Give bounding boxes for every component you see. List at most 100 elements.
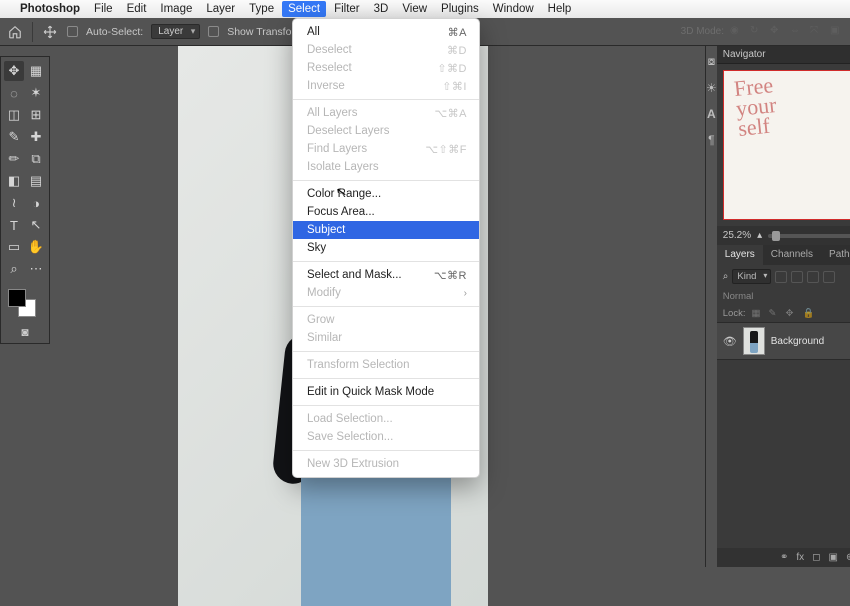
quick-mask-icon[interactable]: ◙ bbox=[21, 325, 28, 339]
auto-select-dropdown[interactable]: Layer bbox=[151, 24, 200, 39]
crop-tool[interactable]: ◫ bbox=[4, 105, 24, 125]
layer-thumbnail[interactable] bbox=[743, 327, 765, 355]
filter-adjust-icon[interactable] bbox=[791, 271, 803, 283]
menu-filter[interactable]: Filter bbox=[334, 3, 360, 15]
lasso-tool[interactable]: ◌ bbox=[4, 83, 24, 103]
filter-type-icon[interactable] bbox=[807, 271, 819, 283]
hand-tool[interactable]: ✋ bbox=[26, 237, 46, 257]
menu-item-all[interactable]: All⌘A bbox=[293, 23, 479, 41]
blur-tool[interactable]: ≀ bbox=[4, 193, 24, 213]
menu-item-subject[interactable]: Subject bbox=[293, 221, 479, 239]
type-tool[interactable]: T bbox=[4, 215, 24, 235]
foreground-color-swatch[interactable] bbox=[8, 289, 26, 307]
show-transform-checkbox[interactable] bbox=[208, 26, 219, 37]
menu-item-deselect: Deselect⌘D bbox=[293, 41, 479, 59]
zoom-value[interactable]: 25.2% bbox=[723, 230, 751, 241]
zoom-slider[interactable] bbox=[768, 234, 850, 238]
menu-item-isolate-layers: Isolate Layers bbox=[293, 158, 479, 176]
menu-edit[interactable]: Edit bbox=[127, 3, 147, 15]
layer-lock-row: Lock: ▦ ✎ ✥ 🔒 bbox=[717, 305, 850, 322]
search-icon[interactable]: ⌕ bbox=[723, 271, 729, 282]
layer-mask-icon[interactable]: ◻ bbox=[812, 552, 820, 563]
tab-layers[interactable]: Layers bbox=[717, 245, 763, 265]
menu-item-label: Subject bbox=[307, 224, 467, 236]
quick-select-tool[interactable]: ✶ bbox=[26, 83, 46, 103]
zoom-tool[interactable]: ⌕ bbox=[4, 259, 24, 279]
menu-item-select-and-mask[interactable]: Select and Mask...⌥⌘R bbox=[293, 266, 479, 284]
menu-item-focus-area[interactable]: Focus Area... bbox=[293, 203, 479, 221]
home-icon[interactable] bbox=[6, 23, 24, 41]
menu-file[interactable]: File bbox=[94, 3, 113, 15]
lock-transparency-icon[interactable]: ▦ bbox=[751, 308, 762, 319]
3d-roll-icon[interactable]: ↻ bbox=[750, 25, 764, 39]
brush-tool[interactable]: ✏ bbox=[4, 149, 24, 169]
frame-tool[interactable]: ⊞ bbox=[26, 105, 46, 125]
right-panel-column: ⧇ ☀ A ¶ Navigator ≡ Freeyourself 25.2% ▴… bbox=[705, 46, 850, 567]
menu-window[interactable]: Window bbox=[493, 3, 534, 15]
clone-tool[interactable]: ⧉ bbox=[26, 149, 46, 169]
new-layer-icon[interactable]: ⊕ bbox=[846, 552, 850, 563]
lock-position-icon[interactable]: ✥ bbox=[785, 308, 796, 319]
artboard-tool[interactable]: ▦ bbox=[26, 61, 46, 81]
menu-layer[interactable]: Layer bbox=[206, 3, 235, 15]
layers-panel-footer: ⚭ fx ◻ ▣ ⊕ 🗑 bbox=[717, 548, 850, 567]
link-layers-icon[interactable]: ⚭ bbox=[780, 552, 788, 563]
visibility-toggle-icon[interactable]: 👁 bbox=[723, 335, 737, 348]
eraser-tool[interactable]: ◧ bbox=[4, 171, 24, 191]
new-group-icon[interactable]: ▣ bbox=[829, 552, 838, 563]
menu-help[interactable]: Help bbox=[548, 3, 572, 15]
menu-item-label: All bbox=[307, 26, 448, 38]
menu-item-modify: Modify› bbox=[293, 284, 479, 302]
navigator-panel-header[interactable]: Navigator ≡ bbox=[717, 46, 850, 64]
filter-kind-dropdown[interactable]: Kind bbox=[732, 269, 771, 284]
lock-all-icon[interactable]: 🔒 bbox=[802, 308, 813, 319]
tab-paths[interactable]: Paths bbox=[821, 245, 850, 265]
zoom-out-icon[interactable]: ▴ bbox=[757, 230, 762, 241]
layer-style-icon[interactable]: fx bbox=[796, 552, 804, 563]
path-tool[interactable]: ↖ bbox=[26, 215, 46, 235]
3d-scale-icon[interactable]: ⤧ bbox=[810, 25, 824, 39]
menu-3d[interactable]: 3D bbox=[374, 3, 389, 15]
blend-mode-dropdown[interactable]: Normal bbox=[723, 291, 754, 302]
tab-channels[interactable]: Channels bbox=[763, 245, 821, 265]
paragraph-icon[interactable]: ¶ bbox=[708, 133, 714, 147]
menu-type[interactable]: Type bbox=[249, 3, 274, 15]
filter-pixel-icon[interactable] bbox=[775, 271, 787, 283]
menu-image[interactable]: Image bbox=[160, 3, 192, 15]
gradient-tool[interactable]: ▤ bbox=[26, 171, 46, 191]
rect-tool[interactable]: ▭ bbox=[4, 237, 24, 257]
histogram-icon[interactable]: ⧇ bbox=[708, 54, 716, 69]
menu-view[interactable]: View bbox=[402, 3, 427, 15]
menu-plugins[interactable]: Plugins bbox=[441, 3, 479, 15]
move-tool[interactable]: ✥ bbox=[4, 61, 24, 81]
layer-name[interactable]: Background bbox=[771, 336, 824, 347]
3d-orbit-icon[interactable]: ◉ bbox=[730, 25, 744, 39]
move-tool-icon[interactable] bbox=[41, 23, 59, 41]
menu-item-shortcut: ⇧⌘D bbox=[437, 62, 467, 75]
layer-row-background[interactable]: 👁 Background 🔒 bbox=[717, 322, 850, 360]
3d-pan-icon[interactable]: ✥ bbox=[770, 25, 784, 39]
healing-tool[interactable]: ✚ bbox=[26, 127, 46, 147]
eyedropper-tool[interactable]: ✎ bbox=[4, 127, 24, 147]
menu-item-label: Deselect bbox=[307, 44, 447, 56]
app-name[interactable]: Photoshop bbox=[20, 3, 80, 15]
auto-select-checkbox[interactable] bbox=[67, 26, 78, 37]
3d-camera-icon[interactable]: ▣ bbox=[830, 25, 844, 39]
adjustments-icon[interactable]: ☀ bbox=[706, 81, 717, 95]
dodge-tool[interactable]: ◑ bbox=[26, 193, 46, 213]
more-tool[interactable]: ⋯ bbox=[26, 259, 46, 279]
filter-shape-icon[interactable] bbox=[823, 271, 835, 283]
menu-item-sky[interactable]: Sky bbox=[293, 239, 479, 257]
menu-item-label: Focus Area... bbox=[307, 206, 467, 218]
menu-item-label: Deselect Layers bbox=[307, 125, 467, 137]
type-panel-icon[interactable]: A bbox=[707, 107, 716, 121]
layer-list: 👁 Background 🔒 bbox=[717, 322, 850, 548]
color-swatches[interactable] bbox=[4, 285, 46, 321]
menu-select[interactable]: Select bbox=[282, 1, 326, 17]
menu-item-edit-in-quick-mask-mode[interactable]: Edit in Quick Mask Mode bbox=[293, 383, 479, 401]
menu-item-label: Isolate Layers bbox=[307, 161, 467, 173]
menu-item-color-range[interactable]: Color Range... bbox=[293, 185, 479, 203]
lock-pixels-icon[interactable]: ✎ bbox=[768, 308, 779, 319]
3d-slide-icon[interactable]: ⇔ bbox=[790, 25, 804, 39]
navigator-thumbnail[interactable]: Freeyourself bbox=[717, 64, 850, 226]
